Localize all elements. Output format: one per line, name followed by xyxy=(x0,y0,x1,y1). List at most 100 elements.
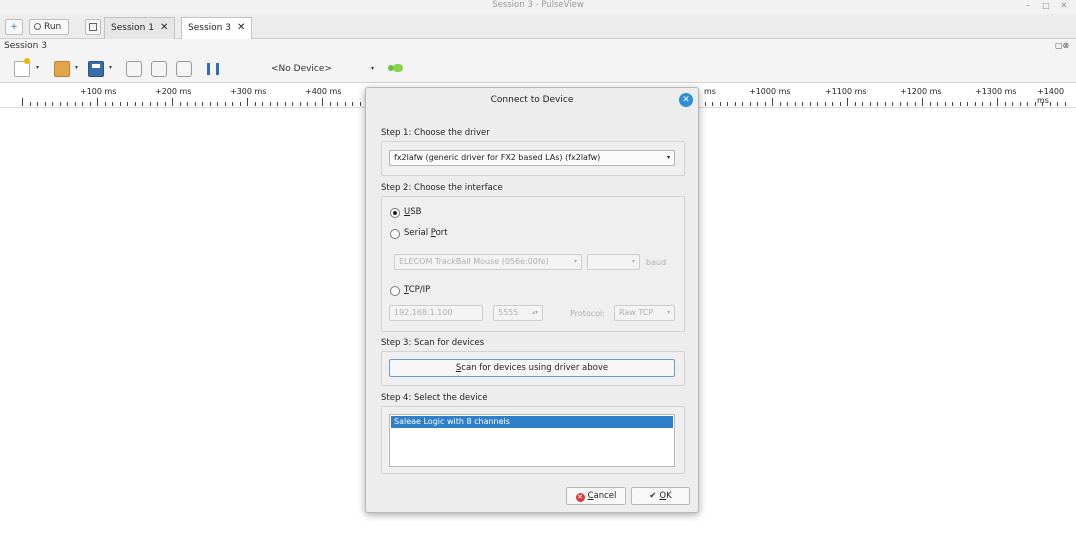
port-spinbox[interactable]: 5555 ▴▾ xyxy=(493,305,543,321)
ok-label-rest: K xyxy=(666,491,672,501)
ruler-major-tick xyxy=(322,98,323,106)
tab-session-3[interactable]: Session 3 ✕ xyxy=(181,17,253,40)
ruler-minor-tick xyxy=(314,102,316,106)
device-select-value: <No Device> xyxy=(271,64,332,74)
ruler-label: ms xyxy=(704,87,716,96)
chevron-down-icon: ▾ xyxy=(631,258,635,265)
ruler-minor-tick xyxy=(967,102,968,106)
new-session-button[interactable]: + xyxy=(5,19,23,35)
ruler-major-tick xyxy=(247,98,248,106)
ruler-minor-tick xyxy=(1064,102,1066,106)
ruler-minor-tick xyxy=(209,102,211,106)
chevron-down-icon[interactable]: ▾ xyxy=(36,64,39,71)
ruler-minor-tick xyxy=(134,102,136,106)
protocol-value: Raw TCP xyxy=(619,308,654,317)
run-icon xyxy=(34,23,41,30)
ruler-minor-tick xyxy=(217,102,218,106)
protocol-select[interactable]: Raw TCP ▾ xyxy=(614,305,675,321)
host-address-field[interactable]: 192.168.1.100 xyxy=(389,305,483,321)
triggers-icon[interactable] xyxy=(126,61,142,77)
serial-device-select[interactable]: ELECOM TrackBall Mouse (056e:00fe) ▾ xyxy=(394,254,582,270)
chevron-down-icon[interactable]: ▾ xyxy=(75,64,78,71)
step3-label: Step 3: Scan for devices xyxy=(381,338,485,348)
close-icon[interactable]: ✕ xyxy=(160,22,168,33)
decoders-icon[interactable] xyxy=(151,61,167,77)
ruler-minor-tick xyxy=(37,102,38,106)
ruler-minor-tick xyxy=(179,102,181,106)
device-config-icon[interactable] xyxy=(388,63,404,73)
ruler-minor-tick xyxy=(794,102,796,106)
ruler-label: +200 ms xyxy=(155,87,192,96)
ruler-label: +1200 ms xyxy=(900,87,942,96)
new-session-icon: + xyxy=(10,22,18,32)
ruler-minor-tick xyxy=(1012,102,1013,106)
ruler-minor-tick xyxy=(1049,102,1051,106)
ruler-minor-tick xyxy=(1004,102,1006,106)
run-button[interactable]: Run xyxy=(29,19,69,35)
ruler-minor-tick xyxy=(157,102,158,106)
ruler-minor-tick xyxy=(907,102,908,106)
ruler-minor-tick xyxy=(239,102,241,106)
usb-radio[interactable] xyxy=(390,208,400,218)
sidebar-toggle-button[interactable] xyxy=(85,19,101,35)
chevron-down-icon: ▾ xyxy=(370,65,374,72)
cancel-button[interactable]: ✕ Cancel xyxy=(566,487,626,505)
new-file-icon[interactable] xyxy=(14,58,30,77)
open-icon[interactable] xyxy=(54,61,70,77)
ruler-minor-tick xyxy=(194,102,196,106)
ruler-minor-tick xyxy=(854,102,856,106)
ruler-major-tick xyxy=(997,98,998,106)
ruler-minor-tick xyxy=(277,102,278,106)
tcp-ip-radio-label[interactable]: TCP/IP xyxy=(404,285,430,295)
ruler-minor-tick xyxy=(704,102,706,106)
device-select[interactable]: <No Device> ▾ xyxy=(250,61,378,77)
serial-port-radio[interactable] xyxy=(390,229,400,239)
scan-devices-button[interactable]: Scan for devices using driver above xyxy=(389,359,675,377)
save-icon[interactable] xyxy=(88,61,104,77)
session-tab-bar: + Run Session 1 ✕ Session 3 ✕ xyxy=(0,14,1076,40)
ruler-label: +300 ms xyxy=(230,87,267,96)
ruler-minor-tick xyxy=(892,102,893,106)
chevron-down-icon: ▾ xyxy=(666,154,670,161)
minimize-button[interactable]: – xyxy=(1022,1,1034,11)
main-toolbar: ▾ ▾ ▾ <No Device> ▾ xyxy=(0,55,1076,83)
driver-select[interactable]: fx2lafw (generic driver for FX2 based LA… xyxy=(389,150,675,166)
tcp-ip-radio[interactable] xyxy=(390,286,400,296)
device-list[interactable]: Saleae Logic with 8 channels xyxy=(389,414,675,467)
ruler-major-tick xyxy=(847,98,848,106)
dialog-close-button[interactable]: ✕ xyxy=(679,93,693,107)
cursor-icon[interactable] xyxy=(205,61,223,77)
ruler-minor-tick xyxy=(712,102,713,106)
ruler-minor-tick xyxy=(164,102,166,106)
ruler-minor-tick xyxy=(89,102,91,106)
window-close-button[interactable]: ✕ xyxy=(1058,1,1070,11)
ruler-minor-tick xyxy=(104,102,106,106)
ruler-minor-tick xyxy=(914,102,916,106)
math-icon[interactable] xyxy=(176,61,192,77)
close-icon[interactable]: ✕ xyxy=(237,22,245,33)
ruler-minor-tick xyxy=(127,102,128,106)
list-item[interactable]: Saleae Logic with 8 channels xyxy=(391,416,673,428)
session-header: Session 3 ▢⊗ xyxy=(0,39,1076,55)
ok-button[interactable]: ✔ OK xyxy=(631,487,690,505)
ruler-minor-tick xyxy=(232,102,233,106)
ruler-minor-tick xyxy=(869,102,871,106)
ruler-major-tick xyxy=(97,98,98,106)
ruler-minor-tick xyxy=(817,102,818,106)
serial-port-radio-label[interactable]: Serial Port xyxy=(404,228,448,238)
ruler-minor-tick xyxy=(352,102,353,106)
chevron-down-icon: ▾ xyxy=(573,258,577,265)
chevron-down-icon[interactable]: ▾ xyxy=(109,64,112,71)
usb-radio-label[interactable]: USB xyxy=(404,207,421,217)
session-title: Session 3 xyxy=(4,41,47,51)
ruler-label: +1100 ms xyxy=(825,87,867,96)
serial-label-prefix: Serial xyxy=(404,228,431,238)
ruler-minor-tick xyxy=(59,102,61,106)
ruler-minor-tick xyxy=(67,102,68,106)
tab-session-1[interactable]: Session 1 ✕ xyxy=(104,17,176,39)
ruler-minor-tick xyxy=(337,102,338,106)
dock-controls-icon[interactable]: ▢⊗ xyxy=(1055,41,1069,50)
maximize-button[interactable]: □ xyxy=(1040,1,1052,11)
baud-rate-select[interactable]: ▾ xyxy=(587,254,640,270)
ruler-minor-tick xyxy=(74,102,76,106)
